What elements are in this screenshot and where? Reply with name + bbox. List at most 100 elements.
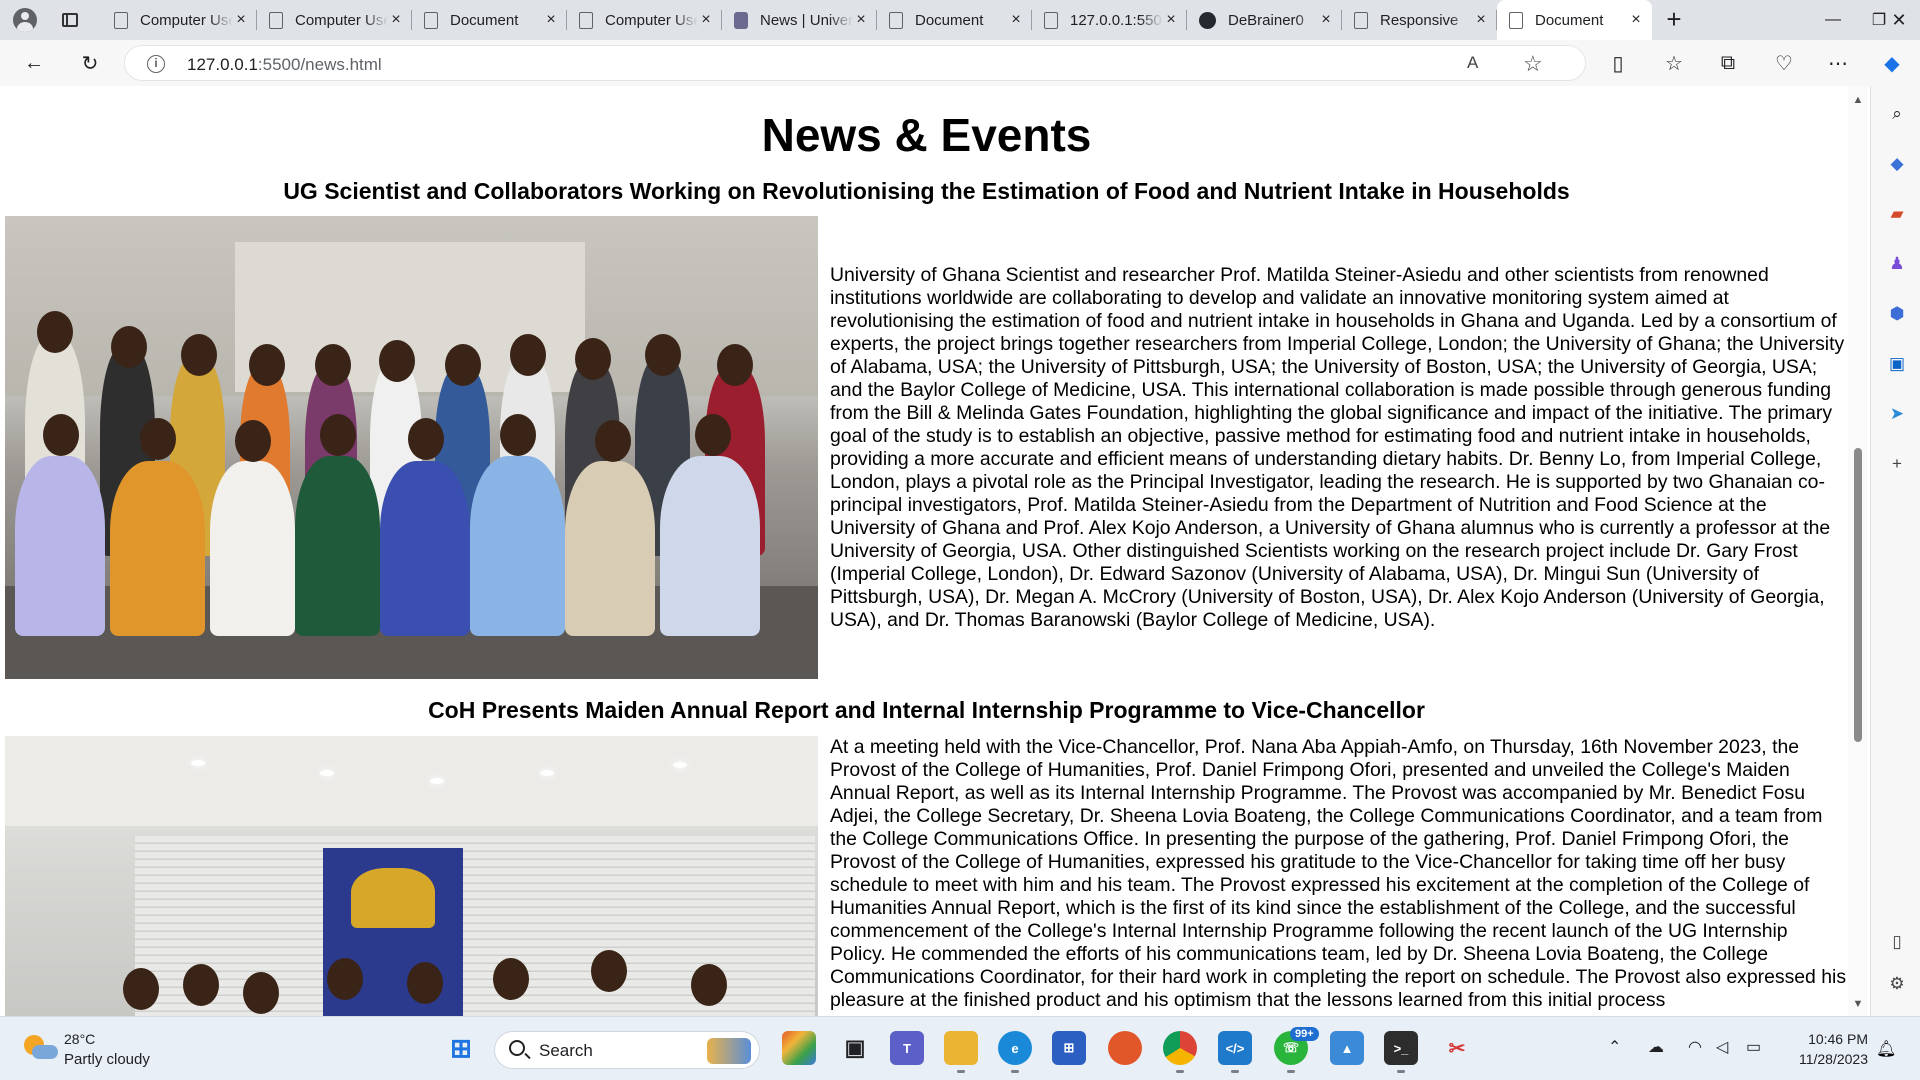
notification-badge: 99+	[1290, 1027, 1319, 1041]
info-icon[interactable]: i	[147, 55, 165, 73]
document-icon	[579, 11, 593, 29]
page-viewport: News & Events UG Scientist and Collabora…	[5, 86, 1848, 1016]
close-icon[interactable]: ×	[1163, 12, 1179, 28]
refresh-button[interactable]: ↻	[74, 47, 106, 79]
collections-icon[interactable]: ⧉	[1712, 47, 1744, 79]
address-bar[interactable]: i 127.0.0.1:5500/news.html A ☆	[124, 45, 1586, 81]
volume-icon[interactable]: ◁	[1716, 1037, 1728, 1057]
tab-localhost[interactable]: 127.0.0.1:5500 ×	[1032, 0, 1187, 40]
document-icon	[1044, 11, 1058, 29]
tab-strip: Computer Use × Computer Use × Document × Co…	[0, 0, 1920, 40]
more-options-icon[interactable]: ⋯	[1822, 47, 1854, 79]
document-icon	[1354, 11, 1368, 29]
read-aloud-icon[interactable]: A	[1467, 53, 1478, 73]
drop-icon[interactable]: ➤	[1885, 402, 1909, 426]
document-icon	[889, 11, 903, 29]
copilot-icon[interactable]: ◆	[1876, 47, 1908, 79]
close-icon[interactable]: ×	[1318, 12, 1334, 28]
shopping-tag-icon[interactable]: ◆	[1885, 152, 1909, 176]
notification-bell-icon[interactable]: 🔔︎	[1876, 1039, 1896, 1058]
scroll-thumb[interactable]	[1854, 448, 1862, 742]
back-button[interactable]: ←	[18, 47, 50, 79]
photos-icon[interactable]: ▲	[1330, 1031, 1364, 1065]
teams-icon[interactable]: T	[890, 1031, 924, 1065]
taskbar-search-box[interactable]: Search	[494, 1031, 760, 1069]
close-icon[interactable]: ×	[233, 12, 249, 28]
close-window-button[interactable]: ✕	[1878, 0, 1920, 40]
edge-icon[interactable]: e	[998, 1031, 1032, 1073]
vscode-icon[interactable]: </>	[1218, 1031, 1252, 1073]
add-icon[interactable]: +	[1885, 452, 1909, 476]
close-icon[interactable]: ×	[1628, 12, 1644, 28]
onedrive-cloud-icon[interactable]: ☁	[1648, 1037, 1664, 1057]
url-text[interactable]: 127.0.0.1:5500/news.html	[187, 55, 382, 75]
taskbar: 28°C Partly cloudy ⊞ Search ▣ T e ⊞ </> …	[0, 1016, 1920, 1080]
weather-temperature[interactable]: 28°C	[64, 1031, 95, 1047]
close-icon[interactable]: ×	[543, 12, 559, 28]
clock-time[interactable]: 10:46 PM	[1804, 1031, 1868, 1047]
close-icon[interactable]: ×	[698, 12, 714, 28]
settings-gear-icon[interactable]: ⚙	[1885, 972, 1909, 996]
show-hidden-icons-chevron-icon[interactable]: ⌃	[1608, 1037, 1621, 1057]
page-title: News & Events	[761, 109, 1092, 161]
favorite-star-icon[interactable]: ☆	[1523, 51, 1543, 77]
tab-responsive[interactable]: Responsive ×	[1342, 0, 1497, 40]
close-icon[interactable]: ×	[388, 12, 404, 28]
tab-computer-use-3[interactable]: Computer Use ×	[567, 0, 722, 40]
games-icon[interactable]: ♟	[1885, 252, 1909, 276]
snipping-tool-icon[interactable]: ✂	[1440, 1031, 1474, 1065]
tab-news[interactable]: News | University×	[722, 0, 877, 40]
task-view-icon[interactable]: ▣	[838, 1031, 872, 1065]
article-title-2: CoH Presents Maiden Annual Report and In…	[428, 697, 1425, 723]
wifi-icon[interactable]: ◠	[1688, 1037, 1702, 1057]
browser-toolbar: ← ↻ i 127.0.0.1:5500/news.html A ☆ ▯ ☆ ⧉…	[0, 40, 1920, 86]
article-photo-group-portrait	[5, 216, 818, 679]
search-icon	[509, 1040, 525, 1056]
tab-computer-use-1[interactable]: Computer Use ×	[102, 0, 257, 40]
page-scrollbar[interactable]: ▲ ▼	[1848, 86, 1868, 1016]
battery-icon[interactable]: ▭	[1746, 1037, 1761, 1057]
weather-description[interactable]: Partly cloudy	[64, 1051, 150, 1068]
chrome-icon[interactable]	[1163, 1031, 1197, 1073]
document-icon	[424, 11, 438, 29]
favorites-icon[interactable]: ☆	[1658, 47, 1690, 79]
tools-icon[interactable]: ▰	[1885, 202, 1909, 226]
copilot-app-icon[interactable]	[782, 1031, 816, 1065]
tab-document-2[interactable]: Document ×	[877, 0, 1032, 40]
tab-github[interactable]: DeBrainer0 ×	[1187, 0, 1342, 40]
document-icon	[114, 11, 128, 29]
tab-list: Computer Use × Computer Use × Document × Co…	[102, 0, 1652, 40]
article-body-1: University of Ghana Scientist and resear…	[830, 264, 1845, 631]
profile-icon	[13, 8, 37, 32]
firefox-icon[interactable]	[1108, 1031, 1142, 1065]
sidebar-toggle-icon[interactable]: ▯	[1885, 930, 1909, 954]
profile-button[interactable]	[10, 6, 40, 34]
outlook-icon[interactable]: ▣	[1885, 352, 1909, 376]
microsoft-365-icon[interactable]: ⬢	[1885, 302, 1909, 326]
tab-computer-use-2[interactable]: Computer Use ×	[257, 0, 412, 40]
browser-essentials-icon[interactable]: ♡	[1768, 47, 1800, 79]
split-screen-icon[interactable]: ▯	[1602, 47, 1634, 79]
tab-document-active[interactable]: Document ×	[1497, 0, 1652, 40]
weather-partly-cloudy-icon[interactable]	[24, 1033, 58, 1063]
store-icon[interactable]: ⊞	[1052, 1031, 1086, 1065]
close-icon[interactable]: ×	[1473, 12, 1489, 28]
document-icon	[1509, 11, 1523, 29]
scroll-down-icon[interactable]: ▼	[1852, 998, 1864, 1010]
windows-start-icon[interactable]: ⊞	[444, 1031, 478, 1065]
tab-document-1[interactable]: Document ×	[412, 0, 567, 40]
search-icon[interactable]: ⌕	[1885, 102, 1909, 126]
minimize-button[interactable]: —	[1810, 0, 1856, 40]
new-tab-button[interactable]: +	[1660, 6, 1688, 34]
search-highlight-icon	[707, 1038, 751, 1064]
file-explorer-icon[interactable]	[944, 1031, 978, 1073]
document-icon	[269, 11, 283, 29]
terminal-icon[interactable]: >_	[1384, 1031, 1418, 1073]
close-icon[interactable]: ×	[1008, 12, 1024, 28]
clock-date[interactable]: 11/28/2023	[1784, 1051, 1868, 1067]
edge-sidebar: ⌕ ◆ ▰ ♟ ⬢ ▣ ➤ + ▯ ⚙	[1870, 86, 1920, 1016]
close-icon[interactable]: ×	[853, 12, 869, 28]
tab-actions-button[interactable]	[58, 8, 82, 32]
scroll-up-icon[interactable]: ▲	[1852, 94, 1864, 106]
article-photo-report-presentation	[5, 736, 818, 1016]
